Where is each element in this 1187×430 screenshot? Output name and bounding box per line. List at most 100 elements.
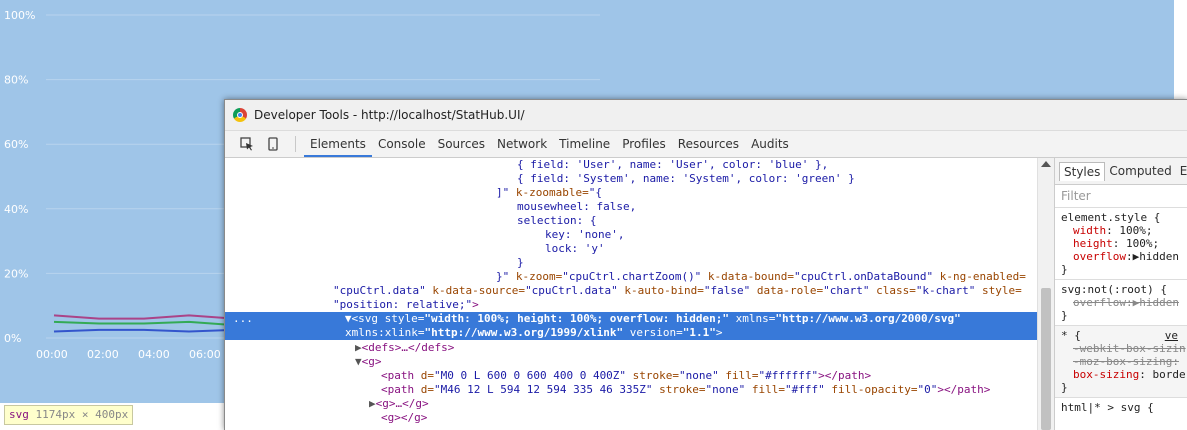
attr-value: }" (496, 270, 510, 283)
expand-triangle-icon[interactable]: ▶ (369, 397, 376, 410)
attr-value: "cpuCtrl.data" (333, 284, 426, 297)
style-property-overridden[interactable]: -moz-box-sizing: (1061, 355, 1182, 368)
collapse-triangle-icon[interactable]: ▼ (345, 312, 352, 325)
style-property[interactable]: height: 100%; (1061, 237, 1182, 250)
path-node[interactable]: <path d="M0 0 L 600 0 600 400 0 400Z" st… (381, 369, 871, 383)
property-name: height (1073, 237, 1113, 250)
elements-tree: { field: 'User', name: 'User', color: 'b… (225, 158, 1037, 430)
attr-name: k-zoom= (509, 270, 563, 283)
tab-elements[interactable]: Elements (304, 131, 372, 157)
code-line[interactable]: mousewheel: false, (517, 200, 636, 214)
devtools-content: { field: 'User', name: 'User', color: 'b… (225, 158, 1187, 430)
property-value: : borde (1139, 368, 1186, 381)
tab-network[interactable]: Network (491, 131, 553, 157)
property-value: :▶hidden (1125, 250, 1179, 263)
tag-bracket: > (472, 298, 479, 311)
x-tick-label: 06:00 (189, 348, 221, 361)
tab-computed[interactable]: Computed (1105, 162, 1175, 180)
attr-name: k-data-bound= (701, 270, 795, 283)
device-mode-icon[interactable] (263, 134, 283, 154)
style-rule-universal: * { ve -webkit-box-sizin -moz-box-sizing:… (1055, 326, 1187, 398)
styles-filter-input[interactable]: Filter (1055, 185, 1187, 208)
y-tick-label: 20% (4, 267, 28, 280)
rule-selector[interactable]: * { (1061, 329, 1081, 342)
attr-value: "#ffffff" (758, 369, 819, 382)
attr-name: d= (414, 383, 434, 396)
style-property-overridden[interactable]: -webkit-box-sizin (1061, 342, 1186, 355)
attr-name: style= (975, 284, 1022, 297)
rule-selector[interactable]: html|* > svg { (1061, 401, 1182, 414)
rule-selector[interactable]: element.style { (1061, 211, 1182, 224)
y-tick-label: 40% (4, 203, 28, 216)
attr-value: "none" (705, 383, 746, 396)
code-text: { field: 'System', name: 'System', color… (517, 172, 855, 185)
tag-bracket: > (715, 326, 723, 339)
scroll-thumb[interactable] (1041, 288, 1051, 430)
attr-value: "cpuCtrl.chartZoom()" (562, 270, 702, 283)
path-node[interactable]: <path d="M46 12 L 594 12 594 335 46 335Z… (381, 383, 990, 397)
style-rule-html-svg: html|* > svg { (1055, 398, 1187, 417)
tab-timeline[interactable]: Timeline (553, 131, 616, 157)
code-line[interactable]: { field: 'System', name: 'System', color… (517, 172, 855, 186)
rule-selector[interactable]: svg:not(:root) { (1061, 283, 1182, 296)
code-line[interactable]: key: 'none', (545, 228, 624, 242)
rule-selector-row: * { ve (1061, 329, 1182, 342)
attr-value: "false" (703, 284, 751, 297)
tab-resources[interactable]: Resources (672, 131, 745, 157)
code-line[interactable]: } (517, 256, 524, 270)
code-line[interactable]: { field: 'User', name: 'User', color: 'b… (517, 158, 828, 172)
selected-svg-node-cont[interactable]: xmlns:xlink="http://www.w3.org/1999/xlin… (225, 326, 1037, 340)
tab-styles[interactable]: Styles (1059, 161, 1106, 181)
code-line[interactable]: "cpuCtrl.data" k-data-source="cpuCtrl.da… (333, 284, 1022, 298)
tab-event-listeners[interactable]: Eve (1176, 162, 1187, 180)
attr-name: stroke= (652, 383, 706, 396)
code-text: key: 'none', (545, 228, 625, 241)
attr-value: "width: 100%; height: 100%; overflow: hi… (424, 312, 729, 325)
toolbar-separator (295, 136, 296, 152)
x-tick-label: 00:00 (36, 348, 68, 361)
collapse-triangle-icon[interactable]: ▼ (355, 355, 362, 368)
attr-name: k-auto-bind= (617, 284, 704, 297)
inspect-element-icon[interactable] (237, 134, 257, 154)
g-node[interactable]: ▼<g> (355, 355, 382, 369)
rule-close: } (1061, 263, 1068, 276)
tab-profiles[interactable]: Profiles (616, 131, 672, 157)
attr-name: k-data-source= (425, 284, 526, 297)
devtools-titlebar[interactable]: Developer Tools - http://localhost/StatH… (225, 100, 1187, 131)
code-text: lock: 'y' (545, 242, 605, 255)
code-line[interactable]: selection: { (517, 214, 596, 228)
scroll-up-arrow-icon[interactable] (1041, 161, 1051, 167)
more-actions-icon[interactable]: ... (233, 312, 253, 325)
code-text: } (517, 256, 524, 269)
defs-node[interactable]: ▶<defs>…</defs> (355, 341, 454, 355)
g-node[interactable]: <g></g> (381, 411, 427, 425)
tooltip-tag: svg (9, 408, 29, 421)
x-tick-label: 02:00 (87, 348, 119, 361)
expand-triangle-icon[interactable]: ▶ (355, 341, 362, 354)
code-line[interactable]: lock: 'y' (545, 242, 605, 256)
tag-name: <path (381, 369, 415, 382)
attr-name: stroke= (626, 369, 680, 382)
selected-svg-node[interactable]: ... ▼<svg style="width: 100%; height: 100… (225, 312, 1037, 326)
elements-scrollbar[interactable] (1037, 158, 1054, 430)
code-line[interactable]: }" k-zoom="cpuCtrl.chartZoom()" k-data-b… (496, 270, 1026, 284)
code-text: selection: { (517, 214, 597, 227)
tab-sources[interactable]: Sources (432, 131, 491, 157)
devtools-window: Developer Tools - http://localhost/StatH… (224, 99, 1187, 430)
g-node[interactable]: ▶<g>…</g> (369, 397, 429, 411)
attr-name: xmlns= (729, 312, 776, 325)
code-line[interactable]: "position: relative;"> (333, 298, 479, 312)
style-property[interactable]: width: 100%; (1061, 224, 1182, 237)
property-name: width (1073, 224, 1107, 237)
tag-name: ></path> (937, 383, 991, 396)
chart-ticks: 100% 80% 60% 40% 20% 0% 00:00 02:00 04:00 06:00 (4, 9, 221, 361)
tab-audits[interactable]: Audits (745, 131, 795, 157)
tab-console[interactable]: Console (372, 131, 432, 157)
stylesheet-link[interactable]: ve (1165, 329, 1182, 342)
property-value: : 100%; (1112, 237, 1160, 250)
attr-value: "cpuCtrl.onDataBound" (794, 270, 934, 283)
code-line[interactable]: ]" k-zoomable="{ (496, 186, 602, 200)
style-property-overridden[interactable]: overflow:▶hidden (1061, 296, 1182, 309)
style-property[interactable]: overflow:▶hidden (1061, 250, 1182, 263)
style-property[interactable]: box-sizing: borde (1061, 368, 1186, 381)
